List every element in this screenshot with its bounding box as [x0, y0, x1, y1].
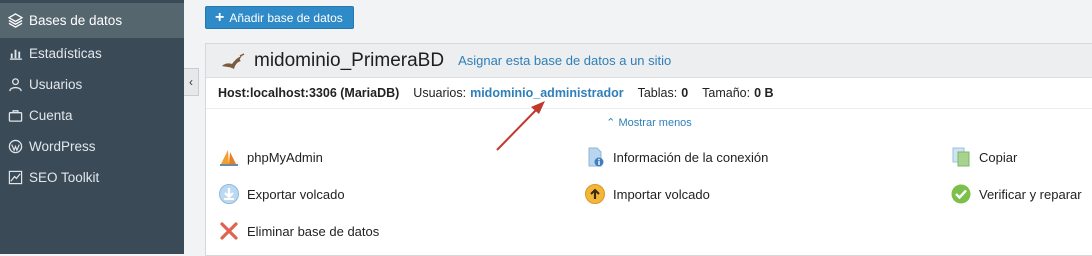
mariadb-seal-icon — [222, 52, 245, 69]
sidebar-item-label: WordPress — [29, 139, 96, 154]
sidebar-item-label: Bases de datos — [29, 13, 123, 28]
database-info-row: Host:localhost:3306 (MariaDB) Usuarios: … — [206, 78, 1092, 109]
sidebar-item-label: SEO Toolkit — [29, 170, 100, 185]
copy-tool[interactable]: Copiar — [950, 146, 1017, 168]
upload-icon — [584, 183, 606, 205]
size-label: Tamaño: — [702, 86, 751, 100]
phpmyadmin-tool[interactable]: phpMyAdmin — [218, 146, 323, 168]
sidebar-item-seo-toolkit[interactable]: SEO Toolkit — [0, 162, 184, 193]
tables-label: Tablas: — [637, 86, 678, 100]
chevron-left-icon: ‹ — [189, 75, 193, 89]
copy-label: Copiar — [979, 149, 1018, 165]
briefcase-icon — [7, 108, 23, 124]
sidebar: Bases de datos Estadísticas Usuarios Cue… — [0, 0, 184, 254]
sidebar-item-label: Cuenta — [29, 108, 73, 123]
database-name: midominio_PrimeraBD — [254, 49, 445, 71]
phpmyadmin-label: phpMyAdmin — [247, 149, 323, 165]
plus-icon: + — [215, 8, 225, 26]
verify-repair-label: Verificar y reparar — [979, 186, 1082, 202]
sidebar-collapse-button[interactable]: ‹ — [184, 68, 199, 96]
sidebar-item-label: Estadísticas — [29, 46, 102, 61]
copy-icon — [950, 146, 972, 168]
verify-repair-tool[interactable]: Verificar y reparar — [950, 183, 1082, 205]
delete-x-icon — [218, 220, 240, 242]
import-dump-label: Importar volcado — [613, 186, 710, 202]
delete-database-label: Eliminar base de datos — [247, 223, 380, 239]
export-dump-label: Exportar volcado — [247, 186, 345, 202]
delete-database-tool[interactable]: Eliminar base de datos — [218, 220, 379, 242]
import-dump-tool[interactable]: Importar volcado — [584, 183, 710, 205]
size-value: 0 B — [754, 86, 774, 100]
phpmyadmin-icon — [218, 146, 240, 168]
tables-value: 0 — [681, 86, 689, 100]
checkmark-icon — [950, 183, 972, 205]
user-icon — [7, 77, 23, 93]
assign-site-link[interactable]: Asignar esta base de datos a un sitio — [458, 53, 671, 68]
download-icon — [218, 183, 240, 205]
show-less-link[interactable]: ⌃ Mostrar menos — [206, 116, 1092, 132]
add-database-label: Añadir base de datos — [229, 10, 343, 25]
add-database-button[interactable]: + Añadir base de datos — [205, 6, 354, 29]
export-dump-tool[interactable]: Exportar volcado — [218, 183, 345, 205]
sidebar-item-wordpress[interactable]: WordPress — [0, 131, 184, 162]
host-info: Host:localhost:3306 (MariaDB) — [218, 86, 400, 100]
sidebar-item-label: Usuarios — [29, 77, 83, 92]
main-content: + Añadir base de datos midominio_Primera… — [205, 0, 1092, 256]
database-header: midominio_PrimeraBD Asignar esta base de… — [206, 44, 1092, 78]
sidebar-item-usuarios[interactable]: Usuarios — [0, 69, 184, 100]
connection-info-label: Información de la conexión — [613, 149, 769, 165]
sidebar-item-cuenta[interactable]: Cuenta — [0, 100, 184, 131]
wordpress-icon — [7, 139, 23, 155]
seo-chart-icon — [7, 170, 23, 186]
database-panel: midominio_PrimeraBD Asignar esta base de… — [205, 43, 1092, 256]
info-document-icon — [584, 146, 606, 168]
users-label: Usuarios: — [413, 86, 467, 100]
bar-chart-icon — [7, 46, 23, 62]
connection-info-tool[interactable]: Información de la conexión — [584, 146, 768, 168]
sidebar-item-estadisticas[interactable]: Estadísticas — [0, 38, 184, 69]
database-user-link[interactable]: midominio_administrador — [470, 86, 624, 100]
sidebar-item-bases-de-datos[interactable]: Bases de datos — [0, 3, 184, 38]
layers-icon — [7, 13, 23, 29]
